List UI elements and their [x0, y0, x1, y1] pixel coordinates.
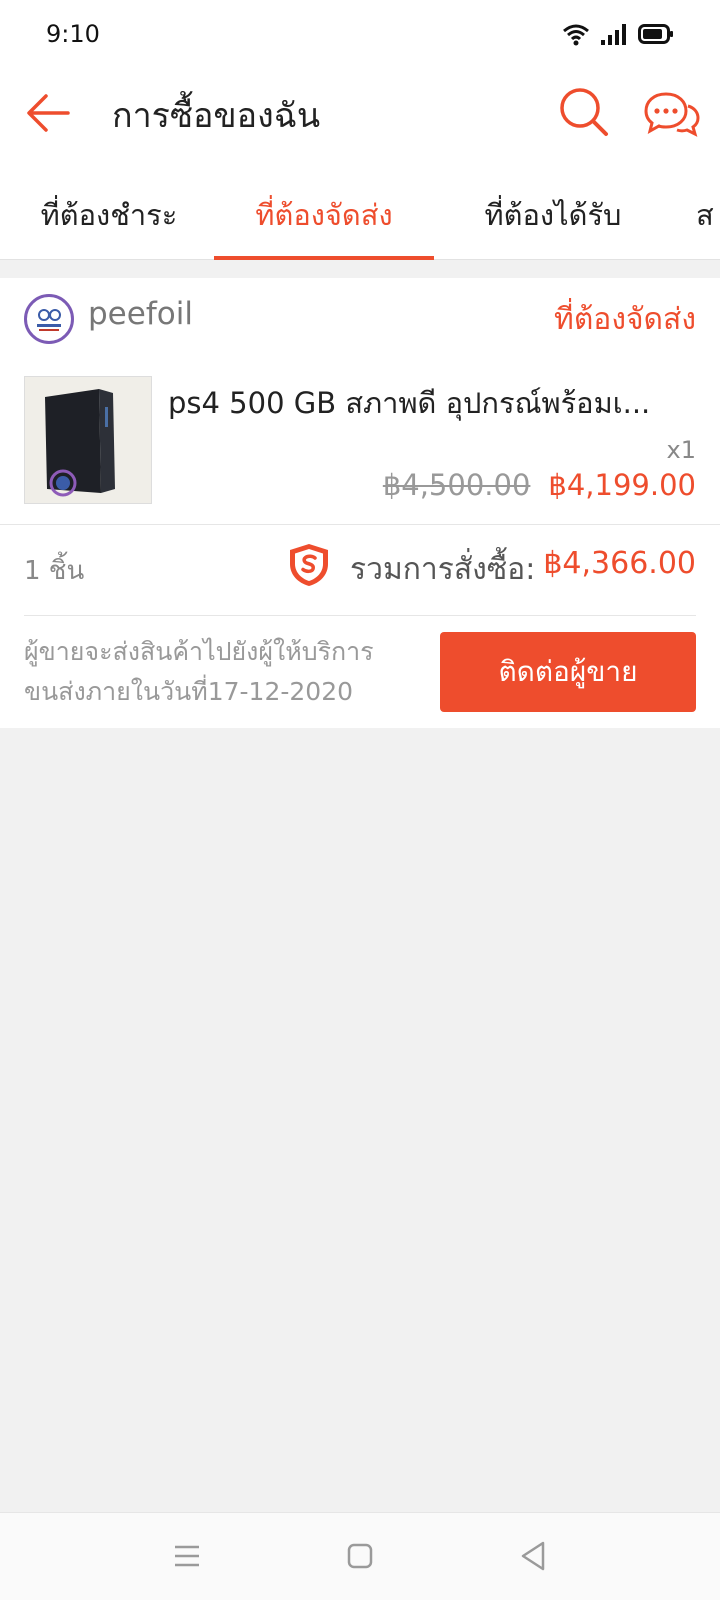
price-final: ฿4,199.00 — [548, 468, 696, 502]
chat-button[interactable] — [644, 86, 700, 142]
tab-to-ship[interactable]: ที่ต้องจัดส่ง — [214, 170, 434, 260]
tab-next-partial[interactable]: ส — [696, 170, 720, 260]
wifi-icon — [562, 22, 590, 50]
divider — [0, 524, 720, 525]
order-total-amount: ฿4,366.00 — [543, 546, 696, 581]
status-icons — [562, 22, 674, 50]
battery-icon — [638, 22, 674, 50]
shipping-note-line1: ผู้ขายจะส่งสินค้าไปยังผู้ให้บริการ — [24, 637, 374, 666]
back-triangle-icon[interactable] — [518, 1539, 548, 1573]
divider — [24, 615, 696, 616]
status-time: 9:10 — [46, 20, 100, 48]
signal-icon — [600, 22, 628, 50]
shopee-guarantee-shield-icon — [286, 542, 332, 588]
price-original: ฿4,500.00 — [382, 468, 531, 502]
active-tab-indicator — [214, 256, 434, 260]
item-count: 1 ชิ้น — [24, 556, 85, 586]
order-tabs: ที่ต้องชำระ ที่ต้องจัดส่ง ที่ต้องได้รับ … — [0, 170, 720, 260]
back-arrow-icon — [24, 94, 74, 142]
shipping-note-line2: ขนส่งภายในวันที่17-12-2020 — [24, 677, 354, 706]
home-icon[interactable] — [345, 1541, 375, 1571]
order-status: ที่ต้องจัดส่ง — [554, 302, 696, 337]
product-image[interactable] — [24, 376, 152, 504]
app-bar: การซื้อของฉัน — [0, 70, 720, 170]
page-title: การซื้อของฉัน — [112, 96, 321, 136]
status-bar: 9:10 — [0, 0, 720, 70]
tab-to-pay[interactable]: ที่ต้องชำระ — [14, 170, 204, 260]
contact-seller-button[interactable]: ติดต่อผู้ขาย — [440, 632, 696, 712]
shop-name[interactable]: peefoil — [88, 296, 193, 332]
system-nav-bar — [0, 1512, 720, 1600]
back-button[interactable] — [24, 88, 74, 138]
search-icon — [556, 88, 612, 144]
order-total-label: รวมการสั่งซื้อ: — [350, 552, 536, 587]
search-button[interactable] — [556, 84, 612, 140]
menu-icon[interactable] — [172, 1541, 202, 1571]
product-quantity: x1 — [666, 436, 696, 464]
product-name[interactable]: ps4 500 GB สภาพดี อุปกรณ์พร้อมเ... — [168, 380, 700, 426]
shipping-note: ผู้ขายจะส่งสินค้าไปยังผู้ให้บริการ ขนส่ง… — [24, 632, 424, 712]
order-card[interactable]: peefoil ที่ต้องจัดส่ง ps4 500 GB สภาพดี … — [0, 278, 720, 728]
chat-icon — [644, 92, 700, 146]
price-row: ฿4,500.00 ฿4,199.00 — [383, 468, 696, 502]
tab-to-receive[interactable]: ที่ต้องได้รับ — [448, 170, 658, 260]
shop-avatar[interactable] — [24, 294, 74, 344]
